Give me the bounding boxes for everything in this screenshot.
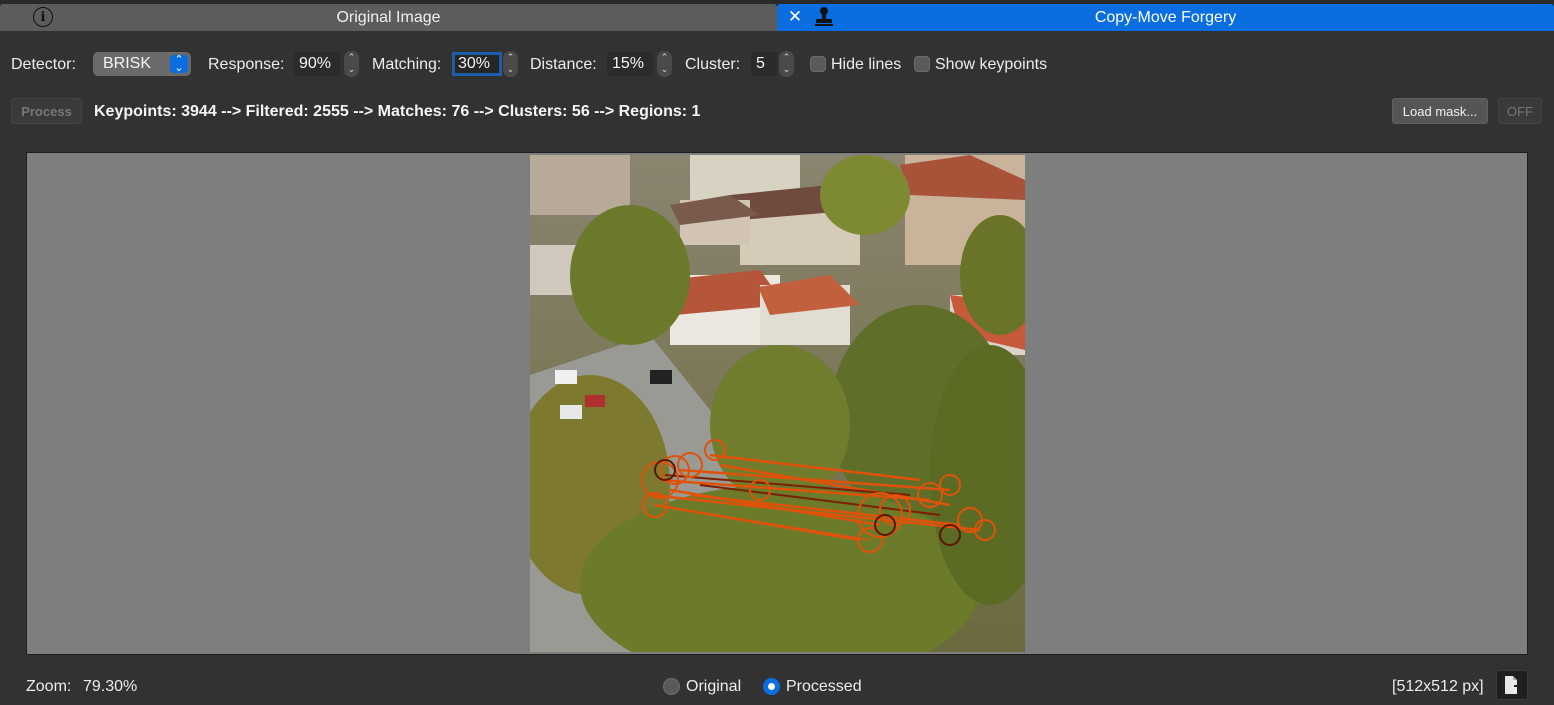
export-icon xyxy=(1505,676,1524,694)
radio-original-label: Original xyxy=(686,678,742,695)
matching-spinbox[interactable]: 30% ⌃ ⌄ xyxy=(452,51,520,77)
zoom-label: Zoom: xyxy=(26,678,72,695)
detector-select[interactable]: BRISK ⌃ ⌄ xyxy=(93,52,191,76)
show-keypoints-checkbox[interactable] xyxy=(914,56,930,72)
parameters-toolbar: Detector: BRISK ⌃ ⌄ Response: 90% ⌃ ⌄ Matc… xyxy=(0,48,1554,82)
response-field[interactable]: 90% xyxy=(294,52,340,76)
cluster-label: Cluster: xyxy=(685,56,741,73)
distance-stepper[interactable]: ⌃ ⌄ xyxy=(657,51,672,77)
image-size: [512x512 px] xyxy=(1392,678,1484,695)
tab-bar: i Original Image ✕ Copy-Move Forgery xyxy=(0,0,1554,31)
radio-processed-label: Processed xyxy=(786,678,862,695)
detector-value: BRISK xyxy=(103,55,152,72)
off-button[interactable]: OFF xyxy=(1498,98,1542,124)
stamp-icon xyxy=(815,7,833,26)
distance-label: Distance: xyxy=(530,56,597,73)
tab-title: Copy-Move Forgery xyxy=(1094,8,1237,26)
image-viewer[interactable] xyxy=(26,152,1528,655)
cluster-spinbox[interactable]: 5 ⌃ ⌄ xyxy=(751,51,796,77)
response-label: Response: xyxy=(208,56,285,73)
matching-field[interactable]: 30% xyxy=(452,52,502,76)
status-row: Process Keypoints: 3944 --> Filtered: 25… xyxy=(0,96,1554,126)
hide-lines-checkbox[interactable] xyxy=(810,56,826,72)
hide-lines-label: Hide lines xyxy=(831,56,902,73)
detector-label: Detector: xyxy=(11,56,76,73)
pipeline-status: Keypoints: 3944 --> Filtered: 2555 --> M… xyxy=(94,103,701,120)
matching-stepper[interactable]: ⌃ ⌄ xyxy=(503,51,518,77)
chevron-updown-icon: ⌃ ⌄ xyxy=(170,55,188,74)
tab-title: Original Image xyxy=(336,8,441,26)
show-keypoints-label: Show keypoints xyxy=(935,56,1048,73)
radio-processed[interactable] xyxy=(763,678,780,695)
bottom-bar: Zoom: 79.30% Original Processed [512x512… xyxy=(0,670,1554,705)
radio-original[interactable] xyxy=(663,678,680,695)
cluster-stepper[interactable]: ⌃ ⌄ xyxy=(779,51,794,77)
cluster-field[interactable]: 5 xyxy=(751,52,777,76)
response-stepper[interactable]: ⌃ ⌄ xyxy=(344,51,359,77)
processed-image xyxy=(530,155,1025,652)
distance-field[interactable]: 15% xyxy=(607,52,653,76)
process-button[interactable]: Process xyxy=(11,98,82,124)
load-mask-button[interactable]: Load mask... xyxy=(1392,98,1488,124)
tab-copy-move-forgery[interactable]: ✕ Copy-Move Forgery xyxy=(777,4,1554,31)
export-button[interactable] xyxy=(1496,670,1528,700)
tab-original-image[interactable]: i Original Image xyxy=(0,4,777,31)
distance-spinbox[interactable]: 15% ⌃ ⌄ xyxy=(607,51,673,77)
matching-label: Matching: xyxy=(372,56,442,73)
response-spinbox[interactable]: 90% ⌃ ⌄ xyxy=(294,51,360,77)
close-icon[interactable]: ✕ xyxy=(785,7,805,27)
zoom-value: 79.30% xyxy=(83,678,138,695)
info-icon[interactable]: i xyxy=(33,7,53,27)
